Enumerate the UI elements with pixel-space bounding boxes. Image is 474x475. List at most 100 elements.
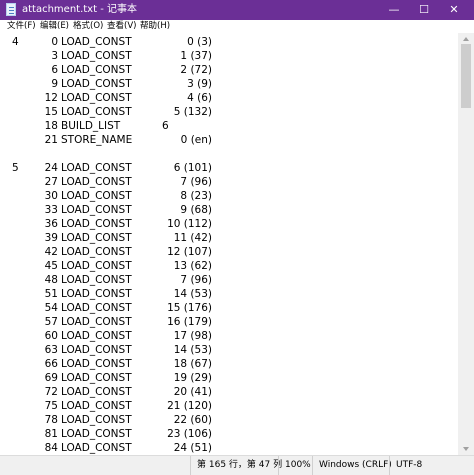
bytecode-offset: 0 [51,36,58,48]
text-line: 66 LOAD_CONST 18 (67) [0,357,458,371]
line-ending: Windows (CRLF) [312,456,392,475]
bytecode-offset: 30 [44,190,58,202]
zoom-level: 100% [278,456,312,475]
text-line: 63 LOAD_CONST 14 (53) [0,343,458,357]
opcode-name: LOAD_CONST [61,204,132,216]
opcode-name: LOAD_CONST [61,162,132,174]
text-line: 48 LOAD_CONST 7 (96) [0,273,458,287]
bytecode-offset: 66 [44,358,58,370]
opcode-argument: 18 (67) [173,358,212,370]
text-line: 12 LOAD_CONST 4 (6) [0,91,458,105]
opcode-argument: 8 (23) [180,190,212,202]
opcode-argument: 23 (106) [167,428,212,440]
opcode-argument: 4 (6) [187,92,212,104]
opcode-name: LOAD_CONST [61,288,132,300]
opcode-name: LOAD_CONST [61,400,132,412]
cursor-position: 第 165 行，第 47 列 [190,456,282,475]
maximize-button[interactable]: ☐ [409,0,439,20]
opcode-argument: 16 (179) [167,316,212,328]
bytecode-offset: 36 [44,218,58,230]
notepad-app-icon [6,3,16,16]
opcode-argument: 2 (72) [180,64,212,76]
bytecode-offset: 39 [44,232,58,244]
bytecode-offset: 12 [44,92,58,104]
opcode-name: LOAD_CONST [61,386,132,398]
bytecode-offset: 75 [44,400,58,412]
opcode-argument: 10 (112) [167,218,212,230]
opcode-argument: 14 (53) [173,344,212,356]
opcode-name: LOAD_CONST [61,246,132,258]
opcode-argument: 1 (37) [180,50,212,62]
opcode-name: LOAD_CONST [61,316,132,328]
opcode-name: LOAD_CONST [61,260,132,272]
opcode-argument: 22 (60) [173,414,212,426]
text-editor[interactable]: 4 0 LOAD_CONST 0 (3) 3 LOAD_CONST 1 (37) 6 LOAD_… [0,33,458,455]
text-line: 45 LOAD_CONST 13 (62) [0,259,458,273]
minimize-button[interactable]: — [379,0,409,20]
bytecode-offset: 78 [44,414,58,426]
text-line: 27 LOAD_CONST 7 (96) [0,175,458,189]
opcode-name: LOAD_CONST [61,274,132,286]
scroll-up-arrow-icon[interactable] [463,37,469,41]
opcode-argument: 24 (51) [173,442,212,454]
opcode-argument: 7 (96) [180,176,212,188]
opcode-argument: 11 (42) [173,232,212,244]
bytecode-offset: 60 [44,330,58,342]
opcode-argument: 17 (98) [173,330,212,342]
bytecode-offset: 15 [44,106,58,118]
opcode-name: LOAD_CONST [61,176,132,188]
bytecode-offset: 3 [51,50,58,62]
status-bar: 第 165 行，第 47 列 100% Windows (CRLF) UTF-8 [0,455,474,475]
text-line: 57 LOAD_CONST 16 (179) [0,315,458,329]
text-line: 78 LOAD_CONST 22 (60) [0,413,458,427]
opcode-name: BUILD_LIST [61,120,121,132]
source-line-number: 4 [12,36,19,48]
scroll-down-arrow-icon[interactable] [463,447,469,451]
opcode-argument: 6 (101) [173,162,212,174]
opcode-argument: 15 (176) [167,302,212,314]
notepad-window: attachment.txt - 记事本 — ☐ ✕ 文件(F) 编辑(E) 格… [0,0,474,475]
opcode-name: LOAD_CONST [61,358,132,370]
bytecode-offset: 63 [44,344,58,356]
scrollbar-thumb[interactable] [461,44,471,108]
text-line: 81 LOAD_CONST 23 (106) [0,427,458,441]
menu-view[interactable]: 查看(V) [107,20,136,33]
opcode-argument: 0 (en) [180,134,212,146]
opcode-argument: 3 (9) [187,78,212,90]
text-line: 60 LOAD_CONST 17 (98) [0,329,458,343]
menu-bar: 文件(F) 编辑(E) 格式(O) 查看(V) 帮助(H) [0,20,474,33]
opcode-name: LOAD_CONST [61,50,132,62]
opcode-name: LOAD_CONST [61,428,132,440]
text-line: 30 LOAD_CONST 8 (23) [0,189,458,203]
menu-format[interactable]: 格式(O) [73,20,103,33]
text-line: 21 STORE_NAME 0 (en) [0,133,458,147]
bytecode-offset: 21 [44,134,58,146]
vertical-scrollbar[interactable] [458,33,474,455]
opcode-name: LOAD_CONST [61,92,132,104]
bytecode-offset: 45 [44,260,58,272]
menu-help[interactable]: 帮助(H) [140,20,170,33]
opcode-argument: 9 (68) [180,204,212,216]
text-line: 69 LOAD_CONST 19 (29) [0,371,458,385]
opcode-argument: 5 (132) [173,106,212,118]
text-line: 75 LOAD_CONST 21 (120) [0,399,458,413]
text-line: 15 LOAD_CONST 5 (132) [0,105,458,119]
opcode-argument: 12 (107) [167,246,212,258]
bytecode-offset: 81 [44,428,58,440]
encoding: UTF-8 [389,456,459,475]
opcode-argument: 14 (53) [173,288,212,300]
text-line: 5 24 LOAD_CONST 6 (101) [0,161,458,175]
menu-edit[interactable]: 编辑(E) [40,20,69,33]
opcode-argument: 19 (29) [173,372,212,384]
opcode-name: LOAD_CONST [61,190,132,202]
text-line: 36 LOAD_CONST 10 (112) [0,217,458,231]
menu-file[interactable]: 文件(F) [7,20,36,33]
text-line: 3 LOAD_CONST 1 (37) [0,49,458,63]
text-line: 51 LOAD_CONST 14 (53) [0,287,458,301]
bytecode-offset: 6 [51,64,58,76]
title-bar: attachment.txt - 记事本 — ☐ ✕ [0,0,474,20]
close-button[interactable]: ✕ [439,0,469,20]
bytecode-offset: 54 [44,302,58,314]
bytecode-offset: 48 [44,274,58,286]
bytecode-offset: 42 [44,246,58,258]
